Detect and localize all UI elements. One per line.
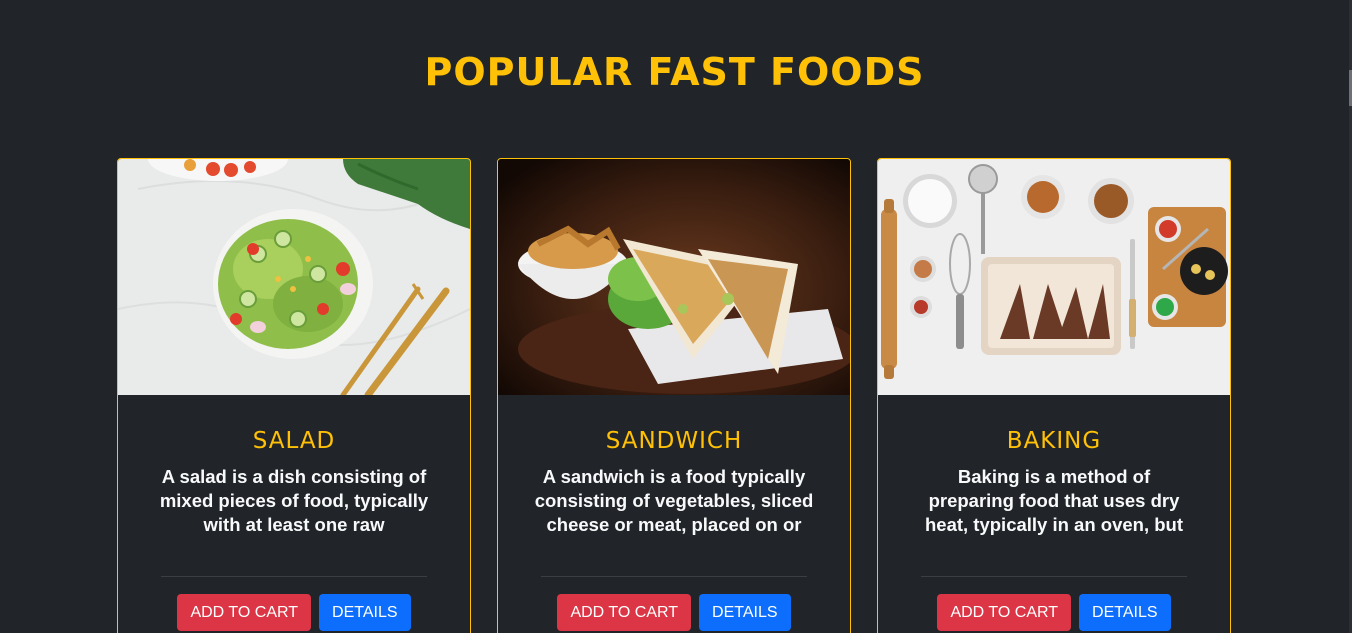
card-divider bbox=[541, 576, 807, 577]
card-divider bbox=[921, 576, 1187, 577]
card-description: A salad is a dish consisting of mixed pi… bbox=[159, 466, 429, 535]
baking-image bbox=[878, 159, 1230, 395]
add-to-cart-button[interactable]: ADD TO CART bbox=[937, 594, 1072, 631]
card-divider bbox=[161, 576, 427, 577]
card-title: SALAD bbox=[252, 428, 336, 454]
add-to-cart-button[interactable]: ADD TO CART bbox=[177, 594, 312, 631]
details-button[interactable]: DETAILS bbox=[699, 594, 791, 631]
sandwich-image bbox=[498, 159, 850, 395]
card-description: A sandwich is a food typically consistin… bbox=[534, 466, 814, 535]
food-card-salad: SALAD A salad is a dish consisting of mi… bbox=[117, 158, 471, 633]
food-card-baking: BAKING Baking is a method of preparing f… bbox=[877, 158, 1231, 633]
card-actions: ADD TO CART DETAILS bbox=[498, 594, 850, 631]
card-actions: ADD TO CART DETAILS bbox=[878, 594, 1230, 631]
salad-image bbox=[118, 159, 470, 395]
food-card-sandwich: SANDWICH A sandwich is a food typically … bbox=[497, 158, 851, 633]
details-button[interactable]: DETAILS bbox=[319, 594, 411, 631]
page-title: POPULAR FAST FOODS bbox=[424, 50, 925, 94]
card-title: SANDWICH bbox=[605, 428, 743, 454]
card-description: Baking is a method of preparing food tha… bbox=[924, 466, 1184, 535]
card-actions: ADD TO CART DETAILS bbox=[118, 594, 470, 631]
details-button[interactable]: DETAILS bbox=[1079, 594, 1171, 631]
card-title: BAKING bbox=[1006, 428, 1102, 454]
add-to-cart-button[interactable]: ADD TO CART bbox=[557, 594, 692, 631]
